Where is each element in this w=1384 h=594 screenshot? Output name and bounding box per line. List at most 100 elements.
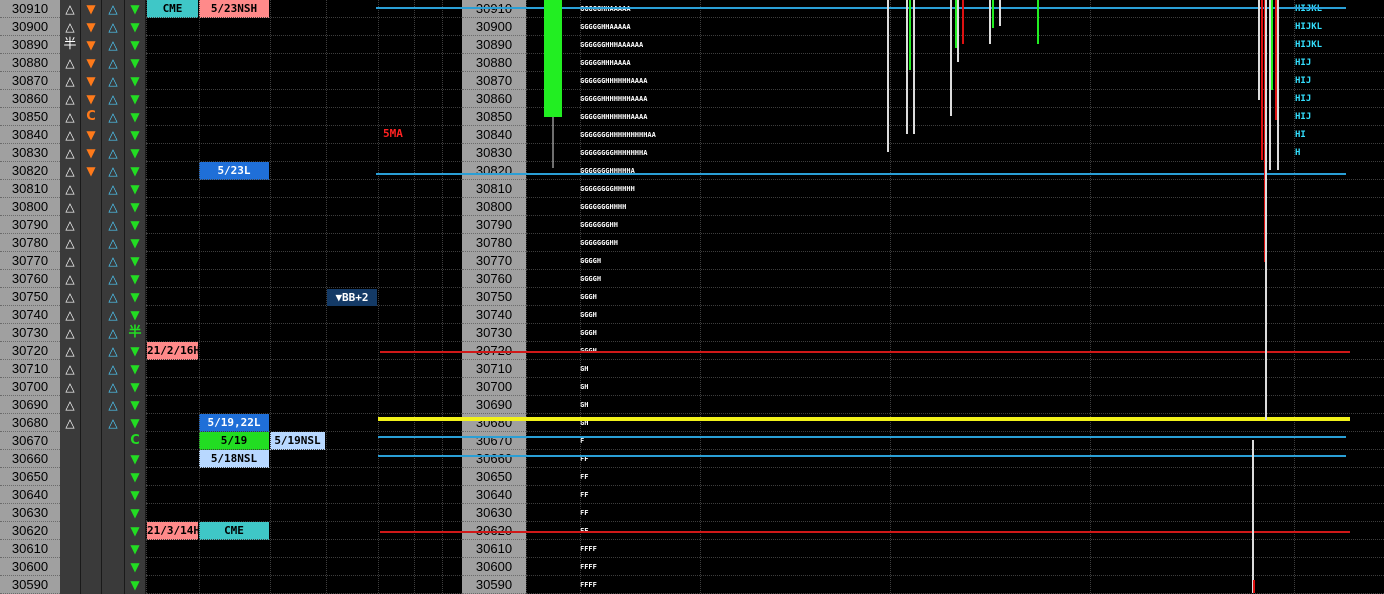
triangle-down-icon: ▼ [130, 344, 140, 358]
triangle-up-icon: △ [108, 164, 118, 178]
triangle-down-icon: ▼ [130, 254, 140, 268]
grid-line [526, 395, 1384, 396]
colB-cell: ▼ [81, 18, 102, 36]
half-mark-icon: 半 [128, 325, 142, 340]
colC-cell: △ [102, 378, 125, 396]
tpo-letters-right [1295, 342, 1355, 360]
price-ladder: 30910 △ ▼ △ ▼ 30910 GGGGGHHAAAAA HIJKL 30900 △ ▼ △ ▼… [0, 0, 1384, 594]
colC-cell: △ [102, 360, 125, 378]
grid-line [526, 503, 1384, 504]
price-cell-mid: 30910 [462, 0, 526, 18]
colA-cell: △ [60, 378, 81, 396]
tpo-letters-right [1295, 450, 1355, 468]
price-cell: 30730 [0, 324, 60, 342]
colD-cell: ▼ [125, 468, 146, 486]
triangle-down-icon: ▼ [130, 578, 140, 592]
colD-cell: ▼ [125, 270, 146, 288]
price-cell: 30840 [0, 126, 60, 144]
colC-cell [102, 486, 125, 504]
colD-cell: ▼ [125, 90, 146, 108]
grid-line [526, 341, 1384, 342]
ladder-row: 30860 △ ▼ △ ▼ 30860 GGGGGHHHHHHHAAAA HIJ [0, 90, 1384, 108]
grid-line [526, 107, 1384, 108]
colD-cell: ▼ [125, 540, 146, 558]
colD-cell: ▼ [125, 54, 146, 72]
price-cell-mid: 30860 [462, 90, 526, 108]
ladder-row: 30720 △ △ ▼ 30720 GGGH [0, 342, 1384, 360]
triangle-up-icon: △ [65, 146, 75, 160]
price-cell-mid: 30690 [462, 396, 526, 414]
colB-cell [81, 540, 102, 558]
tpo-letters-right [1295, 468, 1355, 486]
grid-column-line [1090, 0, 1091, 593]
colC-cell: △ [102, 0, 125, 18]
tpo-letters-right [1295, 522, 1355, 540]
ladder-row: 30840 △ ▼ △ ▼ 30840 GGGGGGGHHHHHHHHHAA HI [0, 126, 1384, 144]
triangle-up-icon: △ [108, 344, 118, 358]
colA-cell: 半 [60, 36, 81, 54]
colA-cell [60, 540, 81, 558]
triangle-up-icon: △ [65, 344, 75, 358]
half-mark-icon: 半 [63, 37, 77, 52]
triangle-up-icon: △ [65, 74, 75, 88]
grid-line [526, 35, 1384, 36]
colD-cell: ▼ [125, 126, 146, 144]
triangle-down-icon: ▼ [130, 290, 140, 304]
ladder-row: 30730 △ △ 半 30730 GGGH [0, 324, 1384, 342]
price-cell-mid: 30850 [462, 108, 526, 126]
triangle-down-icon: ▼ [86, 20, 96, 34]
tpo-letters: GH [580, 419, 589, 427]
triangle-down-icon: ▼ [130, 488, 140, 502]
price-cell-mid: 30660 [462, 450, 526, 468]
grid-column-line [442, 0, 443, 593]
level-tag: 5/23NSH [199, 0, 269, 18]
triangle-up-icon: △ [108, 2, 118, 16]
grid-line [526, 161, 1384, 162]
grid-line [526, 521, 1384, 522]
tpo-letters: GGGGGHHHHHHHAAAA [580, 113, 648, 121]
grid-line [526, 71, 1384, 72]
tpo-letters: FF [580, 473, 589, 481]
grid-column-line [890, 0, 891, 593]
triangle-up-icon: △ [65, 110, 75, 124]
colA-cell: △ [60, 288, 81, 306]
colC-cell: △ [102, 306, 125, 324]
grid-line [526, 17, 1384, 18]
ladder-row: 30900 △ ▼ △ ▼ 30900 GGGGGHHAAAAA HIJKL [0, 18, 1384, 36]
colC-cell [102, 540, 125, 558]
colB-cell [81, 288, 102, 306]
ladder-row: 30590 ▼ 30590 FFFF [0, 576, 1384, 594]
colD-cell: ▼ [125, 36, 146, 54]
colB-cell [81, 558, 102, 576]
triangle-down-icon: ▼ [130, 560, 140, 574]
grid-line [526, 557, 1384, 558]
triangle-up-icon: △ [108, 380, 118, 394]
tpo-letters: F [580, 437, 585, 445]
tpo-letters-right: HIJKL [1295, 40, 1323, 50]
colA-cell [60, 432, 81, 450]
colA-cell [60, 468, 81, 486]
colC-cell [102, 522, 125, 540]
colC-cell: △ [102, 342, 125, 360]
colB-cell: ▼ [81, 0, 102, 18]
colD-cell: ▼ [125, 72, 146, 90]
triangle-up-icon: △ [108, 416, 118, 430]
price-cell-mid: 30810 [462, 180, 526, 198]
ladder-row: 30780 △ △ ▼ 30780 GGGGGGGHH [0, 234, 1384, 252]
tpo-letters-right [1295, 162, 1355, 180]
colB-cell: ▼ [81, 90, 102, 108]
colB-cell: ▼ [81, 162, 102, 180]
triangle-up-icon: △ [108, 272, 118, 286]
colB-cell [81, 468, 102, 486]
colD-cell: ▼ [125, 378, 146, 396]
triangle-down-icon: ▼ [86, 146, 96, 160]
price-cell: 30910 [0, 0, 60, 18]
price-cell: 30880 [0, 54, 60, 72]
triangle-down-icon: ▼ [86, 92, 96, 106]
ladder-row: 30800 △ △ ▼ 30800 GGGGGGGHHHH [0, 198, 1384, 216]
colA-cell: △ [60, 144, 81, 162]
grid-line [526, 251, 1384, 252]
price-cell: 30750 [0, 288, 60, 306]
grid-line [526, 539, 1384, 540]
ladder-row: 30710 △ △ ▼ 30710 GH [0, 360, 1384, 378]
